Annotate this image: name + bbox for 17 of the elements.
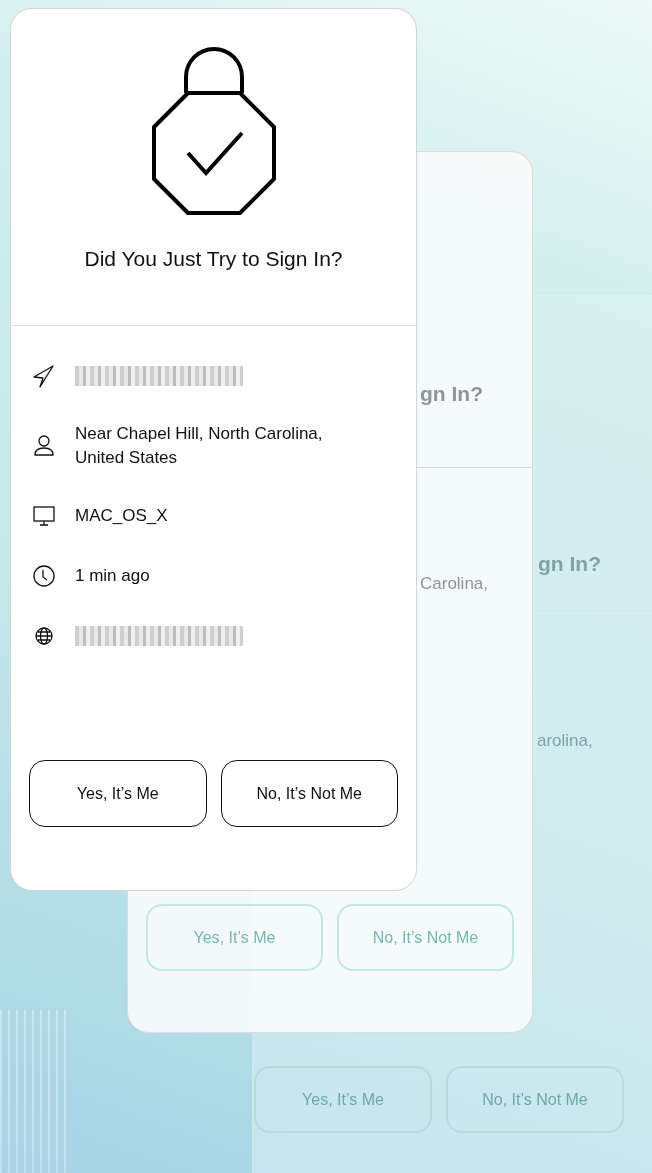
monitor-icon xyxy=(31,503,57,529)
deny-button[interactable]: No, It’s Not Me xyxy=(337,904,514,971)
clock-icon xyxy=(31,563,57,589)
dialog-title: gn In? xyxy=(538,552,601,576)
confirm-button[interactable]: Yes, It’s Me xyxy=(29,760,207,827)
deny-button[interactable]: No, It’s Not Me xyxy=(220,760,398,827)
confirm-button[interactable]: Yes, It’s Me xyxy=(146,904,323,971)
deny-button[interactable]: No, It’s Not Me xyxy=(446,1066,624,1133)
dialog-title: Did You Just Try to Sign In? xyxy=(84,247,343,271)
detail-text: arolina, xyxy=(537,731,593,750)
detail-text: 1 min ago xyxy=(75,565,151,587)
person-icon xyxy=(31,433,57,459)
confirm-button[interactable]: Yes, It’s Me xyxy=(254,1066,432,1133)
detail-text: MAC_OS_X xyxy=(75,505,169,527)
detail-text: Near Chapel Hill, North Carolina, United States xyxy=(75,423,324,469)
detail-text: Carolina, xyxy=(420,574,489,593)
dialog-title: gn In? xyxy=(420,382,483,406)
